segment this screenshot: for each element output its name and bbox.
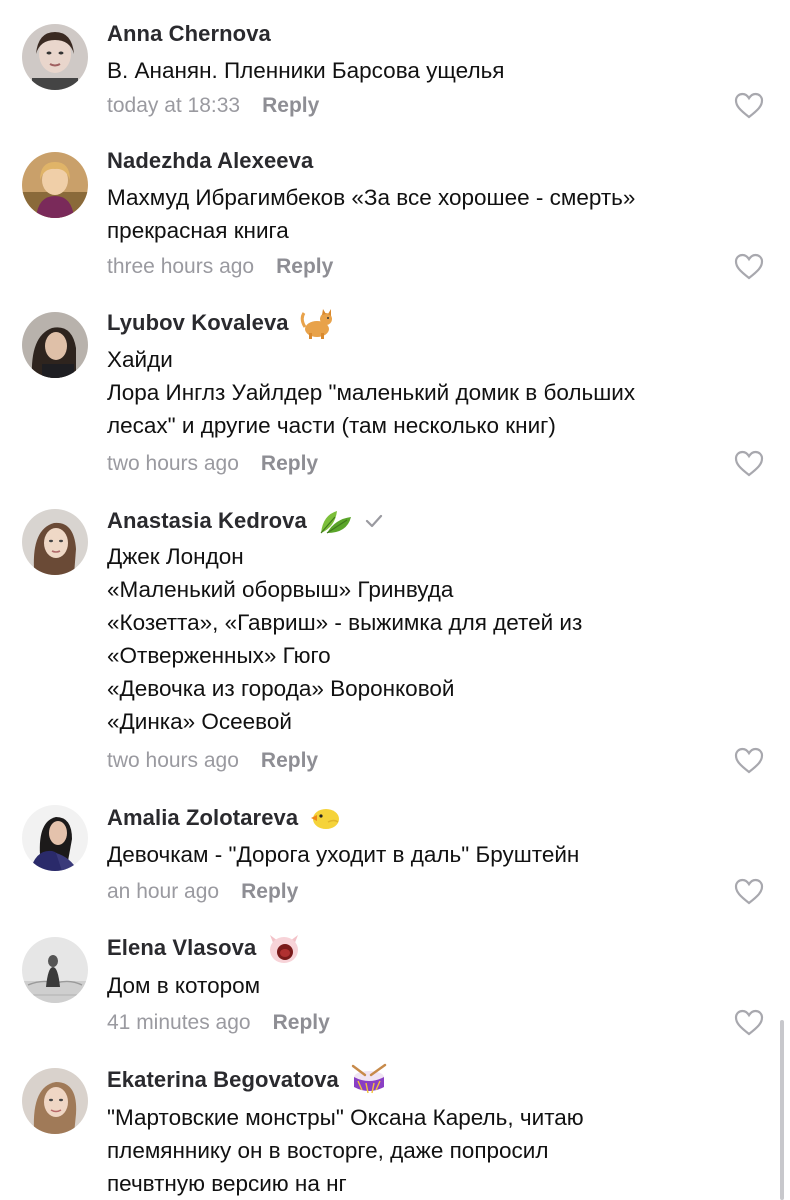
verified-check-icon [365, 514, 383, 528]
comment-text: Джек Лондон «Маленький оборвыш» Гринвуда… [107, 540, 757, 738]
like-heart-icon[interactable] [734, 878, 764, 906]
comment-line: «Отверженных» Гюго [107, 643, 331, 668]
comment-line: «Маленький оборвыш» Гринвуда [107, 577, 454, 602]
avatar[interactable] [22, 805, 88, 871]
author-name[interactable]: Anna Chernova [107, 21, 271, 47]
comment-line: лесах" и другие части (там несколько кни… [107, 413, 556, 438]
timestamp: today at 18:33 [107, 94, 241, 117]
author-name[interactable]: Elena Vlasova [107, 935, 256, 961]
comment-line: Махмуд Ибрагимбеков «За все хорошее - см… [107, 185, 636, 210]
author-name[interactable]: Ekaterina Begovatova [107, 1067, 339, 1093]
comment-text: Девочкам - "Дорога уходит в даль" Бруште… [107, 838, 757, 871]
avatar[interactable] [22, 152, 88, 218]
like-heart-icon[interactable] [734, 747, 764, 775]
avatar[interactable] [22, 312, 88, 378]
like-heart-icon[interactable] [734, 253, 764, 281]
comment-line: Хайди [107, 347, 173, 372]
comment-text: "Мартовские монстры" Оксана Карель, чита… [107, 1101, 757, 1200]
comment-line: Дом в котором [107, 973, 261, 998]
timestamp: three hours ago [107, 255, 255, 278]
comment-line: Девочкам - "Дорога уходит в даль" Бруште… [107, 842, 580, 867]
pig-emoji-icon [266, 931, 302, 965]
reply-button[interactable]: Reply [276, 255, 333, 279]
like-heart-icon[interactable] [734, 92, 764, 120]
avatar[interactable] [22, 509, 88, 575]
timestamp: 41 minutes ago [107, 1011, 251, 1034]
like-heart-icon[interactable] [734, 1009, 764, 1037]
comment-line: племяннику он в восторге, даже попросил [107, 1138, 549, 1163]
comment-text: Хайди Лора Инглз Уайлдер "маленький доми… [107, 343, 757, 442]
leaves-emoji-icon [317, 505, 353, 537]
comment-line: прекрасная книга [107, 218, 289, 243]
author-name[interactable]: Amalia Zolotareva [107, 805, 298, 831]
comment-text: В. Ананян. Пленники Барсова ущелья [107, 54, 757, 87]
reply-button[interactable]: Reply [241, 880, 298, 904]
author-name[interactable]: Nadezhda Alexeeva [107, 148, 313, 174]
comment-line: Лора Инглз Уайлдер "маленький домик в бо… [107, 380, 636, 405]
comment-line: В. Ананян. Пленники Барсова ущелья [107, 58, 505, 83]
avatar[interactable] [22, 1068, 88, 1134]
comment-line: печвтную версию на нг [107, 1171, 347, 1196]
timestamp: two hours ago [107, 452, 239, 475]
drum-emoji-icon [349, 1063, 389, 1097]
reply-button[interactable]: Reply [262, 94, 319, 118]
author-name[interactable]: Lyubov Kovaleva [107, 310, 289, 336]
comment-text: Дом в котором [107, 969, 757, 1002]
author-name[interactable]: Anastasia Kedrova [107, 508, 307, 534]
comment-line: Джек Лондон [107, 544, 244, 569]
cat-emoji-icon [299, 307, 335, 339]
comment-text: Махмуд Ибрагимбеков «За все хорошее - см… [107, 181, 757, 247]
comment-line: «Динка» Осеевой [107, 709, 292, 734]
chick-emoji-icon [308, 804, 342, 832]
like-heart-icon[interactable] [734, 450, 764, 478]
timestamp: two hours ago [107, 749, 239, 772]
comment-line: "Мартовские монстры" Оксана Карель, чита… [107, 1105, 584, 1130]
reply-button[interactable]: Reply [273, 1011, 330, 1035]
avatar[interactable] [22, 24, 88, 90]
comment-line: «Девочка из города» Воронковой [107, 676, 455, 701]
reply-button[interactable]: Reply [261, 749, 318, 773]
timestamp: an hour ago [107, 880, 220, 903]
scrollbar[interactable] [780, 1020, 784, 1200]
avatar[interactable] [22, 937, 88, 1003]
reply-button[interactable]: Reply [261, 452, 318, 476]
comment-line: «Козетта», «Гавриш» - выжимка для детей … [107, 610, 583, 635]
